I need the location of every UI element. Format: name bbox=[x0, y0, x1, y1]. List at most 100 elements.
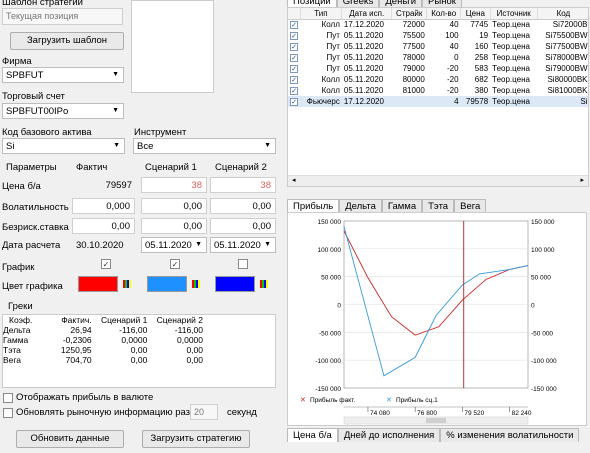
position-type: Фьючерс bbox=[300, 96, 342, 107]
chart-s1-checkbox[interactable]: ✓ bbox=[170, 259, 180, 269]
position-checkbox[interactable]: ✓ bbox=[290, 21, 298, 30]
color-s1-picker[interactable] bbox=[147, 276, 202, 293]
color-swatch bbox=[78, 276, 118, 292]
refresh-market-checkbox[interactable] bbox=[3, 408, 13, 418]
table-row[interactable]: ✓ Колл 05.11.2020 80000 -20 682 Теор.цена Si800… bbox=[288, 74, 588, 85]
current-position-field[interactable]: Текущая позиция bbox=[2, 8, 123, 25]
table-row[interactable]: ✓ Пут 05.11.2020 79000 -20 583 Теор.цена Si7900… bbox=[288, 63, 588, 74]
greek-fact: 26,94 bbox=[70, 325, 92, 335]
calc-date-s1-picker[interactable]: 05.11.2020 ▼ bbox=[141, 237, 207, 253]
positions-header-cell[interactable]: Дата исп. bbox=[341, 8, 393, 20]
position-checkbox[interactable]: ✓ bbox=[290, 98, 298, 106]
volatility-fact-input[interactable]: 0,000 bbox=[72, 198, 135, 214]
refresh-interval-input[interactable]: 20 bbox=[190, 404, 218, 420]
volatility-s2-input[interactable]: 0,00 bbox=[210, 198, 276, 214]
position-strike: 75500 bbox=[402, 31, 425, 40]
chevron-down-icon: ▼ bbox=[113, 142, 120, 149]
position-source: Теор.цена bbox=[492, 53, 530, 62]
greeks-table: Коэф. Фактич. Сценарий 1 Сценарий 2 Дель… bbox=[2, 314, 276, 388]
position-source: Теор.цена bbox=[492, 31, 530, 40]
position-code: Si78000BW bbox=[545, 53, 588, 62]
positions-header-cell[interactable]: Цена bbox=[460, 8, 491, 20]
position-price: 160 bbox=[474, 42, 489, 51]
position-checkbox[interactable]: ✓ bbox=[290, 43, 298, 51]
palette-icon bbox=[123, 280, 131, 288]
tab-days-to-expiry[interactable]: Дней до исполнения bbox=[337, 428, 441, 442]
positions-header-cell[interactable]: Код bbox=[537, 8, 588, 20]
position-checkbox[interactable]: ✓ bbox=[290, 65, 298, 73]
table-row[interactable]: ✓ Колл 17.12.2020 72000 40 7745 Теор.цена Si720… bbox=[288, 19, 588, 30]
price-label: Цена б/а bbox=[2, 181, 41, 192]
calc-date-fact: 30.10.2020 bbox=[76, 240, 124, 251]
price-s2-input[interactable]: 38 bbox=[210, 177, 276, 193]
rate-fact-input[interactable]: 0,00 bbox=[72, 218, 135, 234]
greeks-title: Греки bbox=[8, 301, 33, 312]
chevron-down-icon: ▼ bbox=[264, 241, 271, 248]
color-s2-picker[interactable] bbox=[215, 276, 270, 293]
positions-header-cell[interactable]: Тип bbox=[300, 8, 343, 20]
color-fact-picker[interactable] bbox=[78, 276, 133, 293]
calc-date-s2-picker[interactable]: 05.11.2020 ▼ bbox=[210, 237, 276, 253]
template-list[interactable] bbox=[131, 0, 214, 93]
params-header: Параметры bbox=[6, 162, 57, 173]
table-row[interactable]: ✓ Фьючерс 17.12.2020 4 79578 Теор.цена Si bbox=[288, 96, 588, 107]
tab-theta[interactable]: Тэта bbox=[422, 199, 455, 213]
load-template-button[interactable]: Загрузить шаблон bbox=[10, 32, 124, 50]
table-row[interactable]: ✓ Колл 05.11.2020 81000 -20 380 Теор.цена Si810… bbox=[288, 85, 588, 96]
y-tick-label-left: 100 000 bbox=[318, 247, 342, 254]
positions-table[interactable]: Тип Дата исп. Страйк Кол-во Цена Источни… bbox=[287, 7, 589, 187]
position-strike: 80000 bbox=[402, 75, 425, 84]
position-strike bbox=[391, 96, 427, 107]
chevron-down-icon: ▼ bbox=[112, 71, 119, 78]
position-date: 05.11.2020 bbox=[343, 75, 384, 84]
positions-header-cell[interactable]: Источник bbox=[490, 8, 538, 20]
scroll-right-icon[interactable]: ▸ bbox=[580, 176, 584, 184]
tab-profit[interactable]: Прибыль bbox=[287, 199, 340, 213]
position-date: 05.11.2020 bbox=[343, 42, 384, 51]
tab-gamma[interactable]: Гамма bbox=[381, 199, 423, 213]
table-row: Дельта 26,94 -116,00 -116,00 bbox=[3, 325, 203, 335]
table-row[interactable]: ✓ Пут 05.11.2020 77500 40 160 Теор.цена Si77500… bbox=[288, 41, 588, 52]
greek-s1: -116,00 bbox=[119, 325, 148, 335]
chart-fact-checkbox[interactable]: ✓ bbox=[101, 259, 111, 269]
position-date: 17.12.2020 bbox=[343, 20, 384, 30]
tab-price[interactable]: Цена б/а bbox=[287, 428, 338, 442]
position-price: 258 bbox=[474, 53, 489, 62]
positions-scrollbar[interactable]: ◂ ▸ bbox=[288, 175, 588, 186]
position-checkbox[interactable]: ✓ bbox=[290, 32, 298, 40]
tab-vol-change[interactable]: % изменения волатильности bbox=[440, 428, 580, 442]
update-data-button[interactable]: Обновить данные bbox=[16, 430, 124, 448]
scroll-left-icon[interactable]: ◂ bbox=[292, 176, 296, 184]
position-date: 05.11.2020 bbox=[343, 64, 384, 73]
base-asset-select[interactable]: Si ▼ bbox=[2, 138, 125, 154]
greek-name: Гамма bbox=[3, 335, 29, 345]
account-select[interactable]: SPBFUT00IPo ▼ bbox=[2, 103, 124, 119]
rate-s1-input[interactable]: 0,00 bbox=[141, 218, 207, 234]
table-row[interactable]: ✓ Пут 05.11.2020 78000 0 258 Теор.цена Si78000B… bbox=[288, 52, 588, 63]
tab-delta[interactable]: Дельта bbox=[339, 199, 382, 213]
col-fact-header: Фактич bbox=[76, 162, 108, 173]
chevron-down-icon: ▼ bbox=[264, 142, 271, 149]
positions-header-cell[interactable]: Кол-во bbox=[426, 8, 462, 20]
rate-s2-input[interactable]: 0,00 bbox=[210, 218, 276, 234]
legend-marker-fact: ✕ bbox=[300, 397, 306, 404]
volatility-s1-input[interactable]: 0,00 bbox=[141, 198, 207, 214]
load-strategy-button[interactable]: Загрузить стратегию bbox=[142, 430, 250, 448]
position-checkbox[interactable]: ✓ bbox=[290, 54, 298, 62]
position-source: Теор.цена bbox=[492, 20, 530, 30]
instrument-select[interactable]: Все ▼ bbox=[133, 138, 276, 154]
firm-select[interactable]: SPBFUT ▼ bbox=[2, 67, 124, 83]
account-label: Торговый счет bbox=[2, 91, 65, 102]
position-checkbox[interactable]: ✓ bbox=[290, 87, 298, 95]
y-tick-label-left: 150 000 bbox=[318, 219, 342, 226]
show-currency-label: Отображать прибыль в валюте bbox=[16, 392, 154, 403]
table-row[interactable]: ✓ Пут 05.11.2020 75500 100 19 Теор.цена Si75500… bbox=[288, 30, 588, 41]
position-source: Теор.цена bbox=[492, 64, 530, 73]
position-checkbox[interactable]: ✓ bbox=[290, 76, 298, 84]
price-fact: 79597 bbox=[105, 180, 132, 191]
position-source: Теор.цена bbox=[492, 86, 530, 95]
tab-vega[interactable]: Вега bbox=[454, 199, 487, 213]
price-s1-input[interactable]: 38 bbox=[141, 177, 207, 193]
show-currency-checkbox[interactable] bbox=[3, 393, 13, 403]
positions-header-cell[interactable]: Страйк bbox=[391, 8, 428, 20]
